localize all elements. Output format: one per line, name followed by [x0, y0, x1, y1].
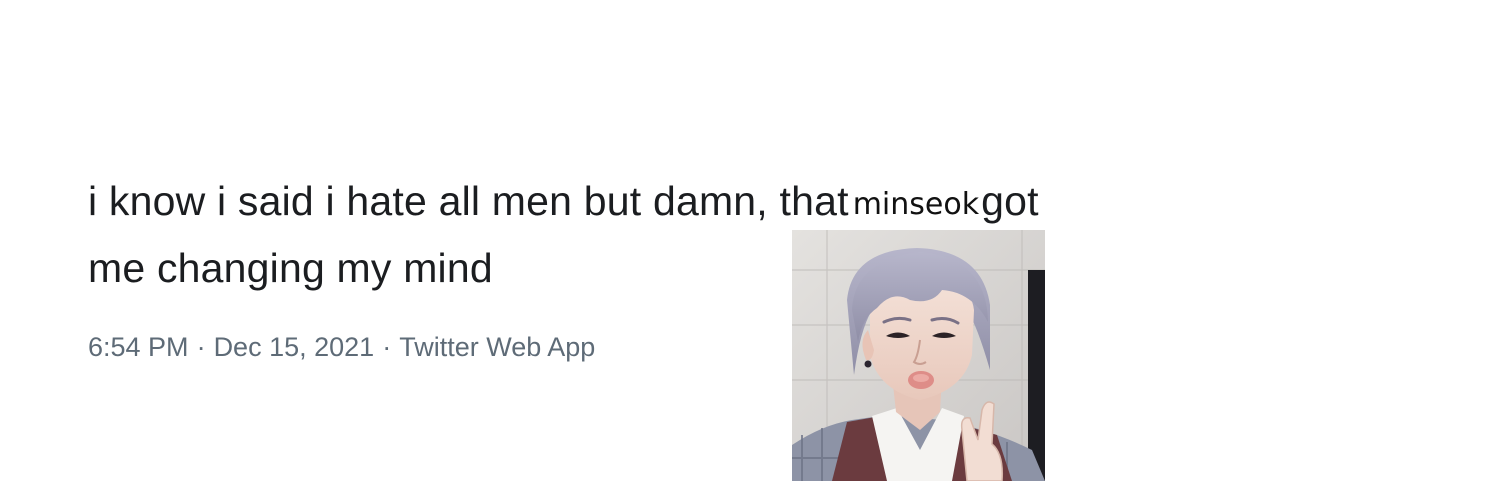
tweet-body: i know i said i hate all men but damn, t… — [88, 170, 1388, 299]
lips-highlight — [913, 374, 929, 382]
tweet-time[interactable]: 6:54 PM — [88, 332, 189, 362]
meta-separator: · — [382, 332, 392, 362]
tweet-meta: 6:54 PM · Dec 15, 2021 · Twitter Web App — [88, 332, 595, 363]
tweet-line-1: i know i said i hate all men but damn, t… — [88, 170, 1388, 237]
selfie-photo — [792, 230, 1045, 481]
tweet-line-2: me changing my mind — [88, 245, 493, 291]
meta-separator: · — [196, 332, 206, 362]
overlay-name-text: minseok — [852, 187, 980, 222]
tweet-text-part2: got — [981, 178, 1039, 224]
selfie-illustration — [792, 230, 1045, 481]
tweet-text-part1: i know i said i hate all men but damn, t… — [88, 178, 849, 224]
tweet-source[interactable]: Twitter Web App — [399, 332, 595, 362]
earring — [864, 360, 872, 368]
tweet-screenshot: i know i said i hate all men but damn, t… — [0, 0, 1500, 500]
tweet-date[interactable]: Dec 15, 2021 — [214, 332, 375, 362]
